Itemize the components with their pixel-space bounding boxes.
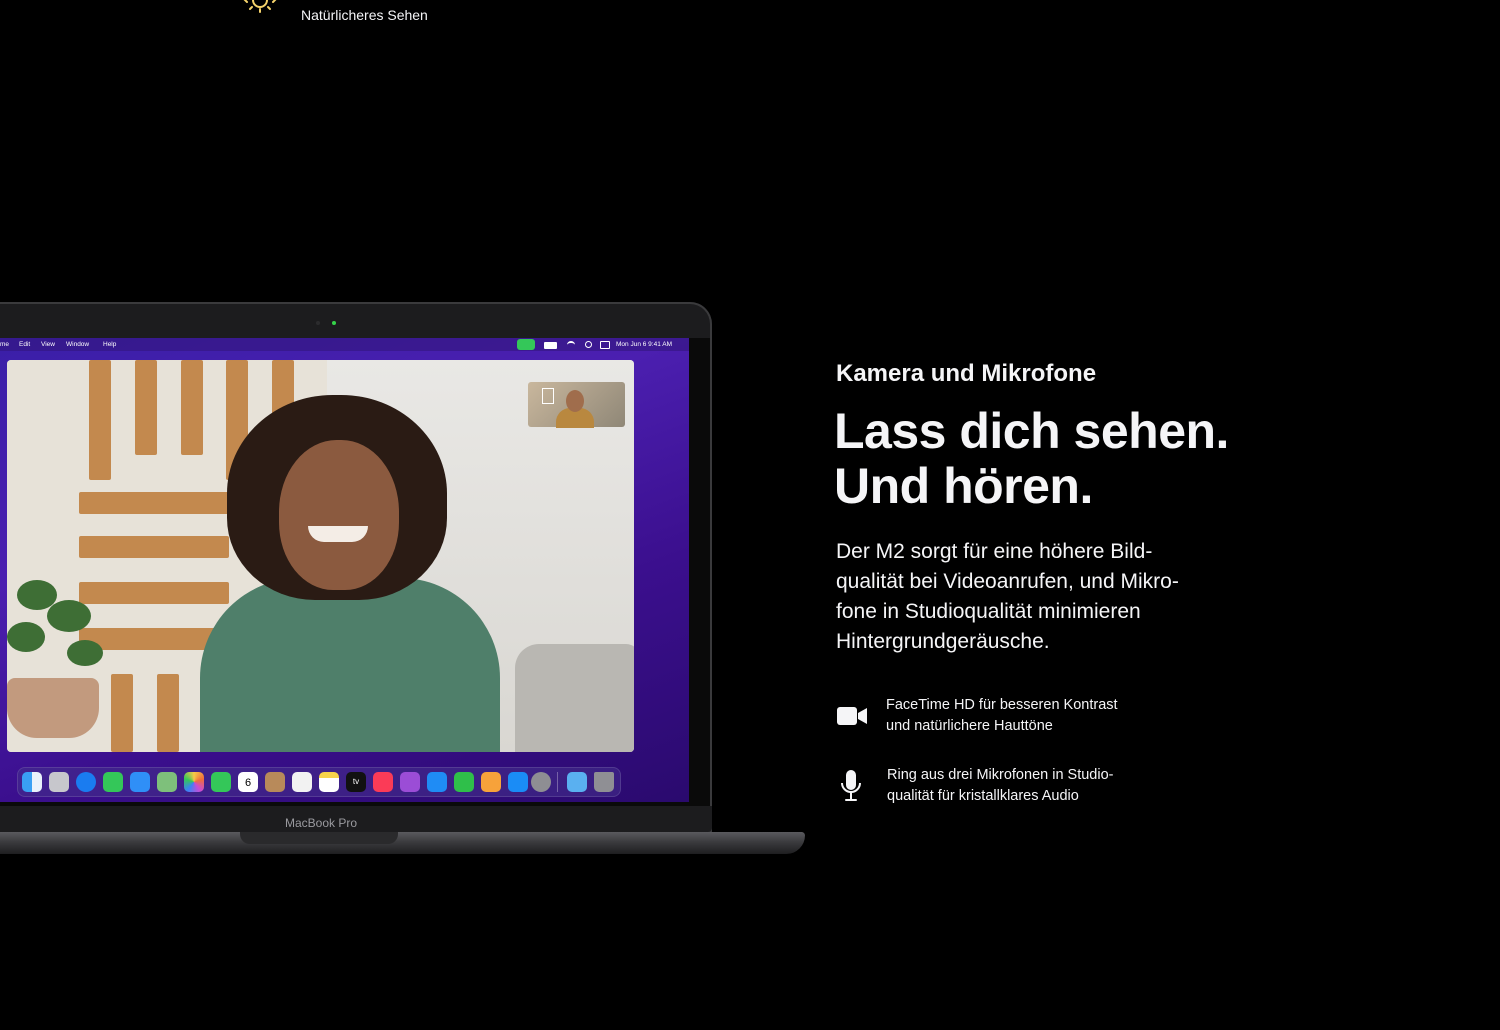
top-feature-label: Natürlicheres Sehen — [301, 7, 428, 23]
apple-tv-icon[interactable]: tv — [346, 772, 366, 792]
person-sweater — [200, 578, 500, 752]
headline-line: Lass dich sehen. — [834, 403, 1229, 459]
wifi-icon[interactable] — [567, 341, 575, 349]
maps-icon[interactable] — [157, 772, 177, 792]
feature-facetime-hd: FaceTime HD für besseren Kontrast und na… — [836, 695, 1156, 745]
section-eyebrow: Kamera und Mikrofone — [836, 360, 1097, 387]
menu-edit[interactable]: Edit — [19, 338, 30, 351]
camera-led — [332, 321, 336, 325]
keynote-icon[interactable] — [427, 772, 447, 792]
plant-leaf — [47, 600, 91, 632]
downloads-folder-icon[interactable] — [567, 772, 587, 792]
plant-leaf — [7, 622, 45, 652]
page: Natürlicheres Sehen me Edit View Window … — [0, 0, 1500, 1030]
wall-art-stripe — [181, 360, 203, 455]
dock: 6 tv — [17, 767, 621, 797]
launchpad-icon[interactable] — [49, 772, 69, 792]
feature-line: qualität für kristallklares Audio — [887, 788, 1079, 804]
feature-line: Ring aus drei Mikrofonen in Studio- — [887, 767, 1114, 783]
feature-line: und natürlichere Hauttöne — [886, 718, 1053, 734]
contacts-icon[interactable] — [265, 772, 285, 792]
menu-clock[interactable]: Mon Jun 6 9:41 AM — [616, 338, 672, 351]
macbook-image: me Edit View Window Help Mon Jun 6 9:41 … — [0, 302, 805, 867]
menu-app-name[interactable]: me — [0, 338, 9, 351]
body-line: qualität bei Videoanrufen, und Mikro- — [836, 570, 1179, 593]
feature-text: Ring aus drei Mikrofonen in Studio- qual… — [887, 765, 1113, 807]
photos-icon[interactable] — [184, 772, 204, 792]
wall-art-stripe — [79, 536, 229, 558]
system-settings-icon[interactable] — [531, 772, 551, 792]
pages-icon[interactable] — [481, 772, 501, 792]
headline-line: Und hören. — [834, 458, 1093, 514]
reminders-icon[interactable] — [292, 772, 312, 792]
dock-separator — [557, 772, 558, 792]
battery-icon[interactable] — [544, 342, 557, 349]
feature-text: FaceTime HD für besseren Kontrast und na… — [886, 695, 1118, 737]
pip-person-head — [566, 390, 584, 412]
model-label: MacBook Pro — [285, 816, 358, 830]
facetime-icon[interactable] — [211, 772, 231, 792]
safari-icon[interactable] — [76, 772, 96, 792]
laptop-base — [0, 832, 805, 854]
wall-art-stripe — [135, 360, 157, 455]
sun-icon — [243, 0, 277, 13]
laptop-screen: me Edit View Window Help Mon Jun 6 9:41 … — [0, 338, 689, 802]
finder-icon[interactable] — [22, 772, 42, 792]
messages-icon[interactable] — [103, 772, 123, 792]
trash-icon[interactable] — [594, 772, 614, 792]
microphone-icon — [841, 770, 861, 801]
menu-window[interactable]: Window — [66, 338, 89, 351]
menu-bar: me Edit View Window Help Mon Jun 6 9:41 … — [0, 338, 689, 351]
music-icon[interactable] — [373, 772, 393, 792]
podcasts-icon[interactable] — [400, 772, 420, 792]
wall-art-stripe — [157, 674, 179, 752]
wall-art-stripe — [89, 360, 111, 480]
section-headline: Lass dich sehen. Und hören. — [834, 404, 1229, 514]
mail-icon[interactable] — [130, 772, 150, 792]
wall-art-stripe — [79, 492, 229, 514]
sofa — [515, 644, 634, 752]
facetime-status-icon[interactable] — [517, 339, 535, 350]
body-line: Hintergrundgeräusche. — [836, 630, 1050, 653]
plant-pot — [7, 678, 99, 738]
feature-line: FaceTime HD für besseren Kontrast — [886, 697, 1118, 713]
search-icon[interactable] — [585, 341, 592, 348]
self-view-thumbnail[interactable] — [528, 382, 625, 428]
section-body: Der M2 sorgt für eine höhere Bild- quali… — [836, 537, 1236, 657]
person-smile — [308, 526, 368, 542]
control-center-icon[interactable] — [600, 341, 610, 349]
menu-view[interactable]: View — [41, 338, 55, 351]
video-camera-icon — [837, 707, 867, 725]
menu-help[interactable]: Help — [103, 338, 116, 351]
body-line: fone in Studioqualität minimieren — [836, 600, 1141, 623]
body-line: Der M2 sorgt für eine höhere Bild- — [836, 540, 1153, 563]
numbers-icon[interactable] — [454, 772, 474, 792]
app-store-icon[interactable] — [508, 772, 528, 792]
calendar-icon[interactable]: 6 — [238, 772, 258, 792]
plant-leaf — [67, 640, 103, 666]
camera-lens — [316, 321, 320, 325]
opening-notch — [240, 832, 398, 844]
wall-art-stripe — [79, 582, 229, 604]
notes-icon[interactable] — [319, 772, 339, 792]
wall-art-stripe — [111, 674, 133, 752]
feature-microphones: Ring aus drei Mikrofonen in Studio- qual… — [836, 765, 1156, 815]
person-face — [279, 440, 399, 590]
pip-picture-frame — [542, 388, 554, 404]
